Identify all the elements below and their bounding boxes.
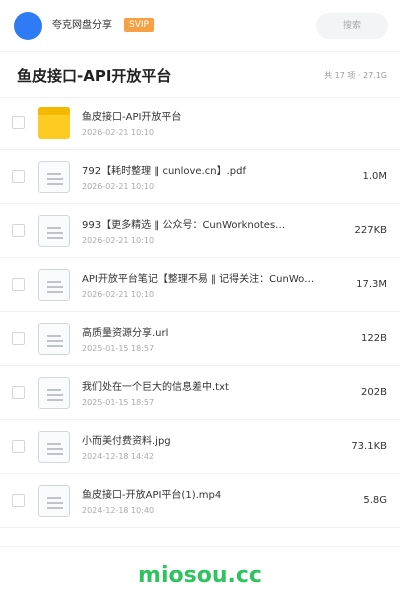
file-size: 1.0M — [362, 171, 387, 182]
file-date: 2026-02-21 10:10 — [82, 128, 155, 137]
row-checkbox[interactable] — [12, 440, 25, 453]
search-input[interactable] — [316, 13, 388, 39]
row-checkbox[interactable] — [12, 170, 25, 183]
list-item[interactable]: 小而美付费资料.jpg 2024-12-18 14:42 73.1KB — [0, 420, 400, 474]
avatar[interactable] — [14, 12, 42, 40]
file-name: 高质量资源分享.url — [82, 328, 169, 339]
list-item[interactable]: 792【耗时整理 ‖ cunlove.cn】.pdf 2026-02-21 10… — [0, 150, 400, 204]
folder-icon — [38, 107, 70, 139]
row-checkbox[interactable] — [12, 116, 25, 129]
file-name: 993【更多精选 ‖ 公众号：CunWorknotes… — [82, 220, 286, 231]
file-size: 122B — [361, 333, 387, 344]
file-date: 2025-01-15 18:57 — [82, 344, 155, 353]
top-bar: 夸克网盘分享 SVIP — [0, 0, 400, 52]
share-summary: 共 17 项 · 27.1G — [324, 71, 387, 80]
file-list: 鱼皮接口-API开放平台 2026-02-21 10:10 792【耗时整理 ‖… — [0, 96, 400, 528]
share-header: 鱼皮接口-API开放平台 共 17 项 · 27.1G — [0, 52, 400, 98]
list-item[interactable]: 我们处在一个巨大的信息差中.txt 2025-01-15 18:57 202B — [0, 366, 400, 420]
owner-name: 夸克网盘分享 — [52, 20, 112, 31]
watermark: miosou.cc — [138, 563, 262, 588]
file-date: 2025-01-15 18:57 — [82, 398, 155, 407]
file-date: 2026-02-21 10:10 — [82, 236, 155, 245]
document-icon — [38, 377, 70, 409]
file-size: 17.3M — [356, 279, 387, 290]
list-item[interactable]: 993【更多精选 ‖ 公众号：CunWorknotes… 2026-02-21 … — [0, 204, 400, 258]
file-name: 鱼皮接口-API开放平台 — [82, 112, 182, 123]
row-checkbox[interactable] — [12, 278, 25, 291]
file-size: 5.8G — [363, 495, 387, 506]
list-item[interactable]: 高质量资源分享.url 2025-01-15 18:57 122B — [0, 312, 400, 366]
file-size: 73.1KB — [351, 441, 387, 452]
row-checkbox[interactable] — [12, 224, 25, 237]
file-size: 202B — [361, 387, 387, 398]
list-item[interactable]: 鱼皮接口-开放API平台(1).mp4 2024-12-18 10:40 5.8… — [0, 474, 400, 528]
document-icon — [38, 215, 70, 247]
file-date: 2024-12-18 10:40 — [82, 506, 155, 515]
document-icon — [38, 431, 70, 463]
svip-badge: SVIP — [124, 18, 154, 32]
document-icon — [38, 485, 70, 517]
file-name: API开放平台笔记【整理不易 ‖ 记得关注：CunWo… — [82, 274, 315, 285]
file-date: 2026-02-21 10:10 — [82, 182, 155, 191]
page-title: 鱼皮接口-API开放平台 — [17, 67, 172, 85]
file-name: 小而美付费资料.jpg — [82, 436, 171, 447]
row-checkbox[interactable] — [12, 332, 25, 345]
row-checkbox[interactable] — [12, 386, 25, 399]
document-icon — [38, 323, 70, 355]
file-name: 鱼皮接口-开放API平台(1).mp4 — [82, 490, 222, 501]
list-item-folder[interactable]: 鱼皮接口-API开放平台 2026-02-21 10:10 — [0, 96, 400, 150]
file-date: 2024-12-18 14:42 — [82, 452, 155, 461]
file-name: 我们处在一个巨大的信息差中.txt — [82, 382, 229, 393]
file-date: 2026-02-21 10:10 — [82, 290, 155, 299]
file-name: 792【耗时整理 ‖ cunlove.cn】.pdf — [82, 166, 246, 177]
row-checkbox[interactable] — [12, 494, 25, 507]
file-size: 227KB — [354, 225, 387, 236]
document-icon — [38, 269, 70, 301]
document-icon — [38, 161, 70, 193]
list-item[interactable]: API开放平台笔记【整理不易 ‖ 记得关注：CunWo… 2026-02-21 … — [0, 258, 400, 312]
